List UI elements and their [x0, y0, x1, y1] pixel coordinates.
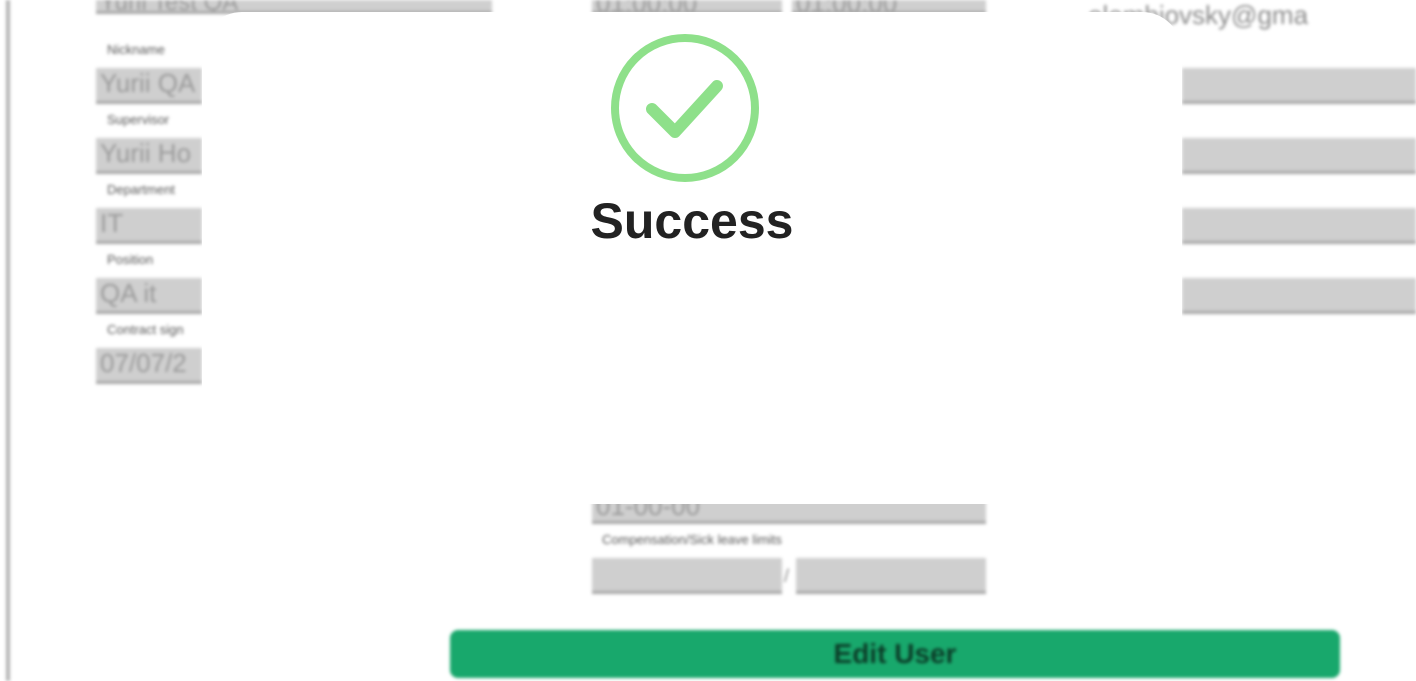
right-field-1[interactable]: [1182, 68, 1416, 104]
limits-label: Compensation/Sick leave limits: [602, 532, 782, 547]
supervisor-field[interactable]: Yurii Ho: [96, 138, 202, 174]
page: Yurii Test QA Nickname Yurii QA Supervis…: [0, 0, 1416, 681]
success-modal: Success: [202, 12, 1182, 504]
position-label: Position: [107, 252, 154, 267]
contract-sign-field[interactable]: 07/07/2: [96, 348, 202, 384]
left-border: [6, 0, 10, 681]
modal-title: Success: [590, 193, 794, 249]
limits-separator: /: [784, 566, 790, 586]
supervisor-label: Supervisor: [107, 112, 170, 127]
department-field[interactable]: IT: [96, 208, 202, 244]
compensation-limit-field[interactable]: [592, 558, 782, 594]
department-label: Department: [107, 182, 175, 197]
position-field[interactable]: QA it: [96, 278, 202, 314]
right-field-2[interactable]: [1182, 138, 1416, 174]
right-field-4[interactable]: [1182, 278, 1416, 314]
check-circle-icon: [610, 33, 760, 183]
right-field-3[interactable]: [1182, 208, 1416, 244]
contract-sign-label: Contract sign: [107, 322, 184, 337]
edit-user-button[interactable]: Edit User: [450, 630, 1340, 678]
nickname-label: Nickname: [107, 42, 165, 57]
nickname-field[interactable]: Yurii QA: [96, 68, 202, 104]
sick-leave-limit-field[interactable]: [796, 558, 986, 594]
